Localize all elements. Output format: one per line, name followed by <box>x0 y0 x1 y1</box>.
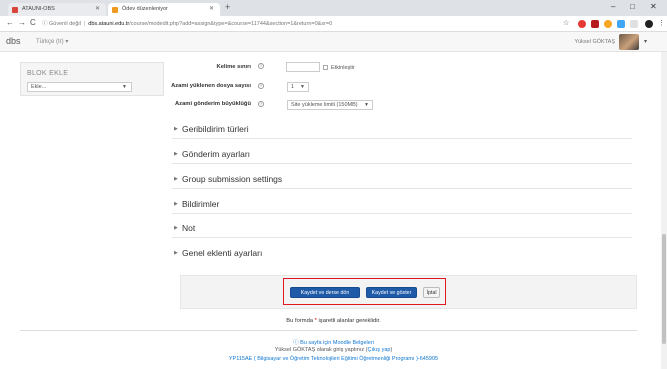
url-separator: | <box>83 21 86 27</box>
add-block-title: BLOK EKLE <box>27 70 69 77</box>
section-common-module-settings[interactable]: ▶ Genel eklenti ayarları <box>172 243 632 263</box>
bookmark-star-icon[interactable]: ☆ <box>563 19 569 27</box>
required-note-after: işaretli alanlar gereklidir. <box>316 318 381 324</box>
chevron-right-icon: ▶ <box>174 126 178 132</box>
section-title: Group submission settings <box>182 174 283 184</box>
logged-in-prefix: Yüksel GÖKTAŞ olarak giriş yaptınız ( <box>274 347 368 353</box>
section-title: Genel eklenti ayarları <box>182 248 263 258</box>
logged-in-suffix: ) <box>390 347 393 353</box>
tab-odev-duzenleniyor[interactable]: Ödev düzenleniyor ✕ <box>108 3 220 16</box>
chevron-down-icon: ▼ <box>300 84 305 90</box>
section-feedback-types[interactable]: ▶ Geribildirim türleri <box>172 119 632 139</box>
extension-icon[interactable] <box>591 20 599 28</box>
opera-extension-icon[interactable] <box>578 20 586 28</box>
max-size-select[interactable]: Site yükleme limiti (150MB) ▼ <box>287 100 373 110</box>
section-submission-settings[interactable]: ▶ Gönderim ayarları <box>172 144 632 164</box>
add-block-select[interactable]: Ekle... ▼ <box>27 82 132 92</box>
extension-icon[interactable] <box>617 20 625 28</box>
browser-tab-strip: ATAUNI-OBS ✕ Ödev düzenleniyor ✕ + – □ ✕ <box>0 0 667 16</box>
logout-link[interactable]: Çıkış yap <box>368 347 391 353</box>
profile-icon[interactable] <box>645 20 653 28</box>
section-title: Not <box>182 223 196 233</box>
section-title: Bildirimler <box>182 199 220 209</box>
chevron-right-icon: ▶ <box>174 225 178 231</box>
new-tab-button[interactable]: + <box>225 2 230 12</box>
section-grade[interactable]: ▶ Not <box>172 218 632 238</box>
max-files-select[interactable]: 1 ▼ <box>287 82 309 92</box>
required-note-before: Bu formda <box>286 318 315 324</box>
forward-icon[interactable]: → <box>18 18 26 27</box>
cancel-button[interactable]: İptal <box>423 287 440 298</box>
moodle-docs-link[interactable]: ⓘ Bu sayfa için Moodle Belgeleri <box>0 338 667 346</box>
max-files-row: Azami yüklenen dosya sayısı <box>171 81 251 93</box>
tab-close-icon[interactable]: ✕ <box>95 3 100 16</box>
max-files-label: Azami yüklenen dosya sayısı <box>171 83 251 89</box>
max-size-row: Azami gönderim büyüklüğü <box>175 99 251 111</box>
help-icon[interactable]: ? <box>258 83 264 89</box>
chevron-right-icon: ▶ <box>174 250 178 256</box>
word-limit-input[interactable] <box>286 62 320 72</box>
section-title: Geribildirim türleri <box>182 124 249 134</box>
logged-in-info: Yüksel GÖKTAŞ olarak giriş yaptınız (Çık… <box>0 347 667 353</box>
tab-favicon-icon <box>112 7 118 13</box>
user-name[interactable]: Yüksel GÖKTAŞ <box>574 39 615 45</box>
footer-divider <box>20 330 637 331</box>
security-status: Güvenli değil <box>49 21 81 27</box>
menu-kebab-icon[interactable]: ⋮ <box>658 19 665 27</box>
enable-word-limit-label: Etkinleştir <box>331 65 355 71</box>
tab-close-icon[interactable]: ✕ <box>209 3 214 16</box>
word-limit-row: Kelime sınırı <box>180 62 251 74</box>
chevron-right-icon: ▶ <box>174 201 178 207</box>
address-bar[interactable]: ⓘ Güvenli değil | dbs.atauni.edu.tr/course… <box>42 19 332 27</box>
chevron-down-icon: ▼ <box>122 84 127 90</box>
enable-word-limit-checkbox[interactable] <box>323 65 328 70</box>
section-group-submission-settings[interactable]: ▶ Group submission settings <box>172 169 632 189</box>
maximize-button[interactable]: □ <box>630 2 635 11</box>
save-and-return-button[interactable]: Kaydet ve derse dön <box>290 287 360 298</box>
add-block-panel: BLOK EKLE Ekle... ▼ <box>20 62 164 96</box>
reload-icon[interactable]: C <box>30 18 36 27</box>
minimize-button[interactable]: – <box>611 2 615 11</box>
section-title: Gönderim ayarları <box>182 149 251 159</box>
extension-icon[interactable] <box>604 20 612 28</box>
avatar[interactable] <box>619 34 639 50</box>
site-navbar: dbs Türkçe (tr) ▾ Yüksel GÖKTAŞ ▾ <box>0 32 667 52</box>
chevron-down-icon: ▼ <box>364 102 369 108</box>
max-size-label: Azami gönderim büyüklüğü <box>174 101 251 107</box>
help-icon[interactable]: ? <box>258 101 264 107</box>
max-size-value: Site yükleme limiti (150MB) <box>291 102 358 108</box>
tab-label: Ödev düzenleniyor <box>122 6 168 12</box>
back-icon[interactable]: ← <box>6 18 14 27</box>
required-fields-note: Bu formda * işaretli alanlar gereklidir. <box>0 318 667 324</box>
chevron-down-icon[interactable]: ▾ <box>644 38 647 45</box>
tab-favicon-icon <box>12 7 18 13</box>
close-window-button[interactable]: ✕ <box>650 2 657 11</box>
site-brand[interactable]: dbs <box>6 36 21 46</box>
extension-icon[interactable] <box>630 20 638 28</box>
info-icon[interactable]: ⓘ <box>42 21 49 27</box>
add-block-select-value: Ekle... <box>31 84 47 90</box>
language-menu[interactable]: Türkçe (tr) ▾ <box>36 38 68 45</box>
help-icon[interactable]: ? <box>258 63 264 69</box>
chevron-right-icon: ▶ <box>174 151 178 157</box>
browser-toolbar: ← → C ⓘ Güvenli değil | dbs.atauni.edu.tr/… <box>0 16 667 32</box>
save-and-display-button[interactable]: Kaydet ve göster <box>366 287 417 298</box>
url-path: /course/modedit.php?add=assign&type=&cou… <box>129 21 333 27</box>
max-files-value: 1 <box>291 84 295 90</box>
course-link[interactable]: YP115AE ( Bilgisayar ve Öğretim Teknoloj… <box>0 356 667 362</box>
tab-atauni-obs[interactable]: ATAUNI-OBS ✕ <box>8 3 106 16</box>
url-host: dbs.atauni.edu.tr <box>88 21 130 27</box>
chevron-right-icon: ▶ <box>174 176 178 182</box>
scrollbar-thumb[interactable] <box>662 234 666 344</box>
section-notifications[interactable]: ▶ Bildirimler <box>172 194 632 214</box>
tab-label: ATAUNI-OBS <box>22 6 55 12</box>
word-limit-label: Kelime sınırı <box>216 64 251 70</box>
